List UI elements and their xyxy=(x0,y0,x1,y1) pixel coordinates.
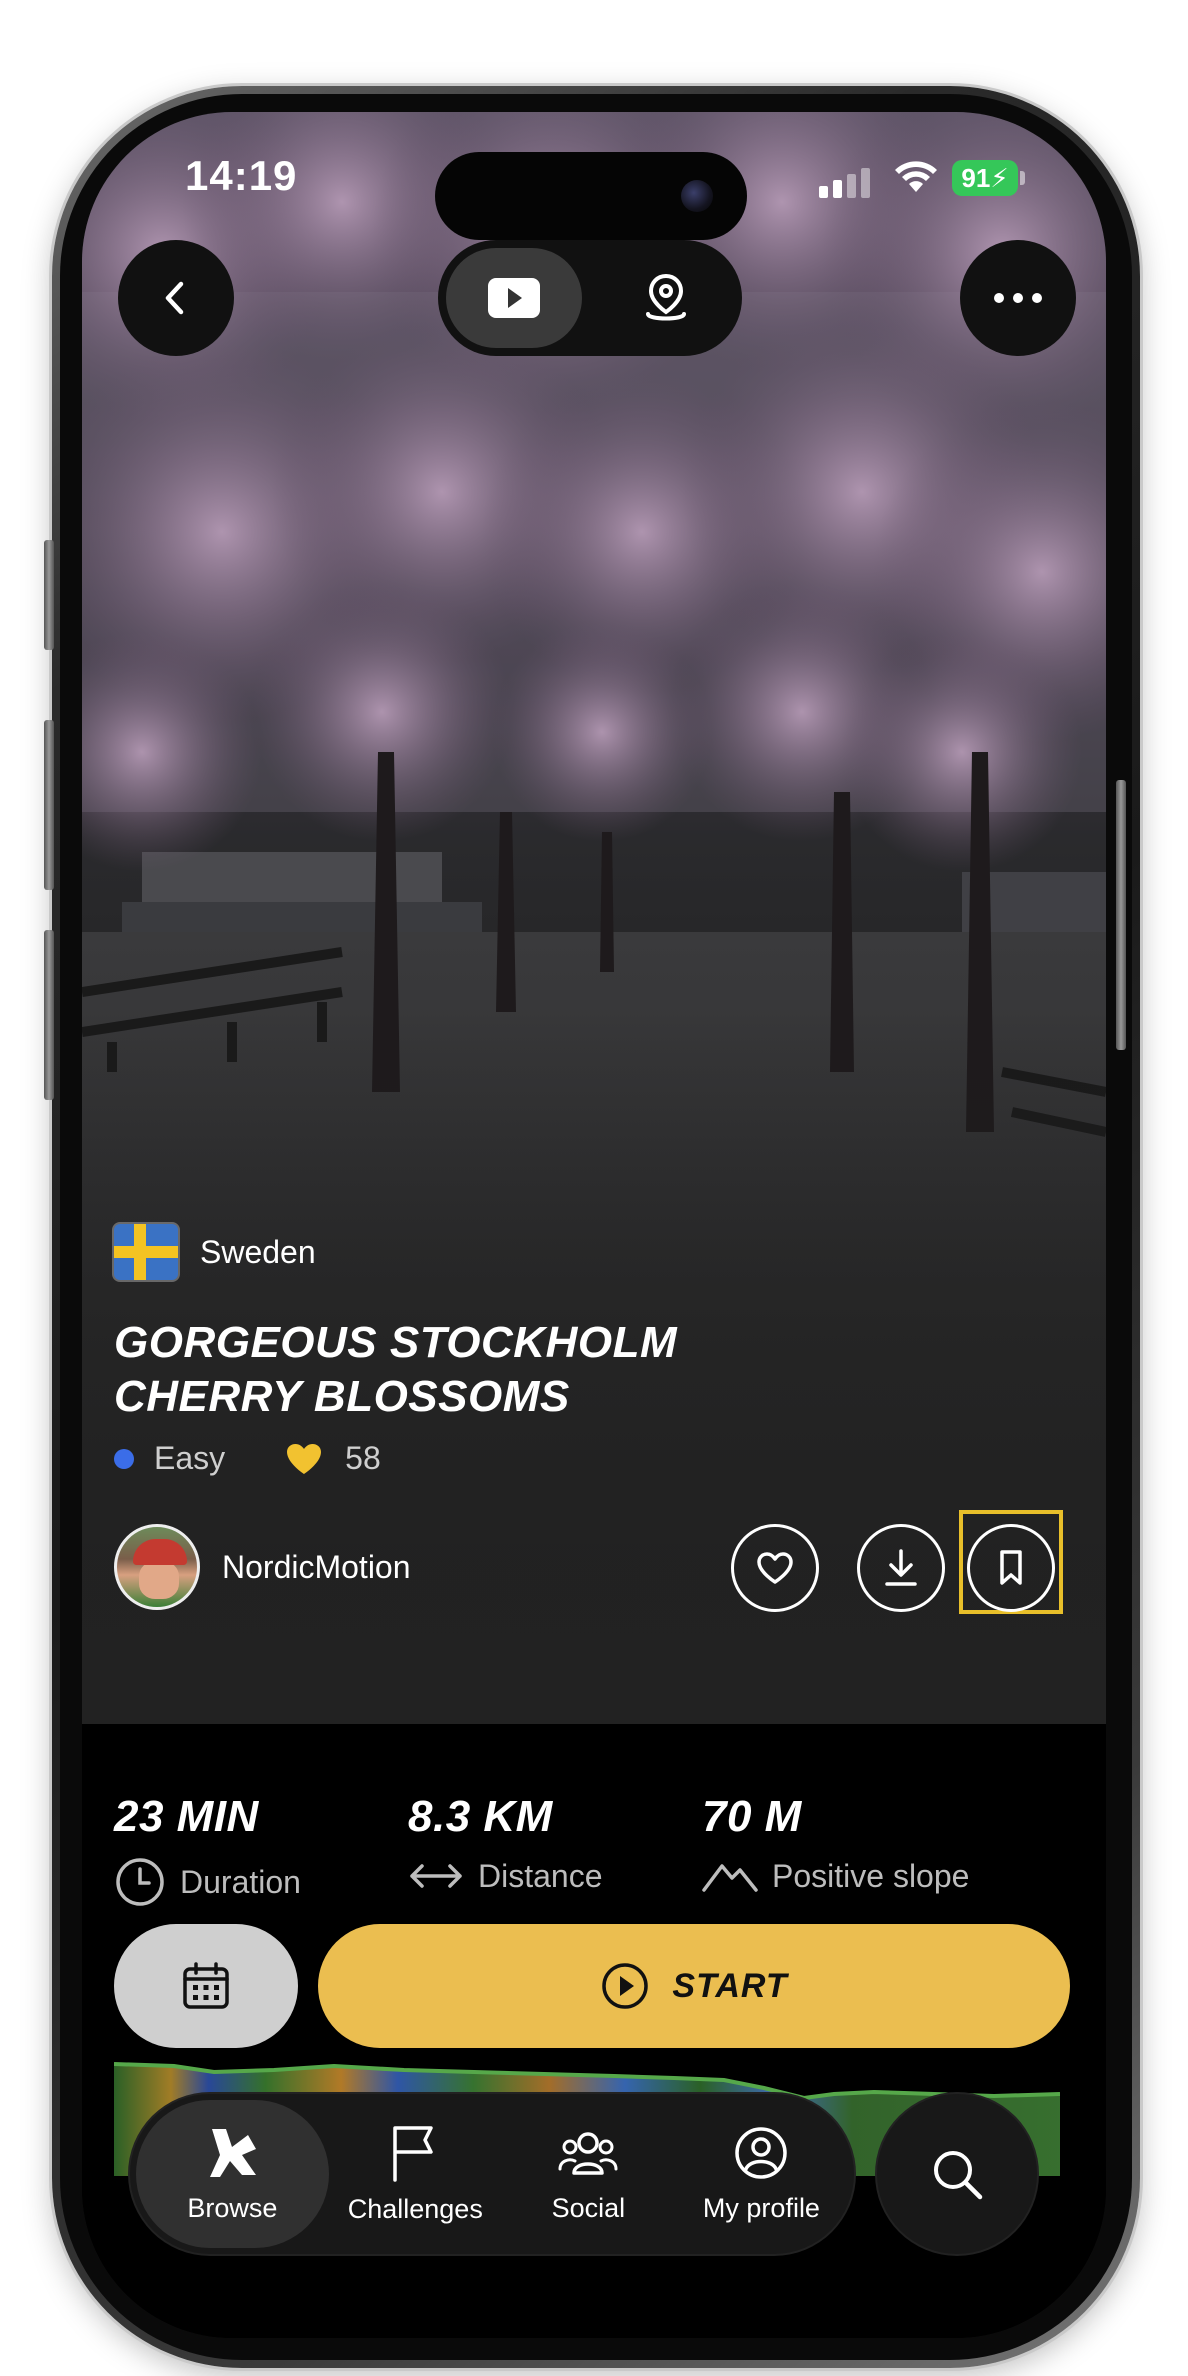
tab-challenges-label: Challenges xyxy=(347,2193,483,2224)
tab-browse[interactable]: Browse xyxy=(136,2100,329,2248)
video-view-tab[interactable] xyxy=(446,248,582,348)
people-icon xyxy=(558,2131,618,2175)
status-bar: 14:19 91⚡ xyxy=(82,112,1106,240)
tab-social[interactable]: Social xyxy=(502,2100,675,2248)
start-button[interactable]: START xyxy=(318,1924,1070,2048)
like-button[interactable] xyxy=(731,1524,819,1612)
route-author[interactable]: NordicMotion xyxy=(114,1524,411,1610)
heart-outline-icon xyxy=(757,1552,793,1584)
stat-duration: 23 MIN Duration xyxy=(114,1792,301,1908)
mountain-icon xyxy=(702,1864,758,1892)
avatar xyxy=(114,1524,200,1610)
slope-label-row: Positive slope xyxy=(702,1856,969,1896)
more-options-button[interactable] xyxy=(960,240,1076,356)
route-meta: Easy 58 xyxy=(114,1440,381,1477)
ellipsis-icon xyxy=(994,293,1042,303)
slope-label: Positive slope xyxy=(772,1857,970,1894)
start-label: START xyxy=(672,1966,788,2005)
cellular-signal-icon xyxy=(819,168,870,198)
chevron-left-icon xyxy=(165,281,184,315)
route-country: Sweden xyxy=(114,1224,316,1280)
tab-challenges[interactable]: Challenges xyxy=(329,2100,502,2248)
distance-value: 8.3 KM xyxy=(408,1792,553,1841)
route-title: GORGEOUS STOCKHOLM CHERRY BLOSSOMS xyxy=(114,1316,834,1424)
duration-label: Duration xyxy=(180,1863,301,1900)
dynamic-island xyxy=(435,152,747,240)
schedule-button[interactable] xyxy=(114,1924,298,2048)
side-button-volume-up xyxy=(44,720,54,890)
battery-level: 91 xyxy=(961,163,991,193)
stat-slope: 70 M Positive slope xyxy=(702,1792,969,1896)
tab-my-profile[interactable]: My profile xyxy=(675,2100,848,2248)
browse-icon xyxy=(210,2128,257,2177)
slope-value: 70 M xyxy=(702,1792,802,1841)
likes-count: 58 xyxy=(345,1440,381,1476)
status-time: 14:19 xyxy=(185,152,298,199)
bookmark-icon xyxy=(1000,1550,1022,1585)
tab-browse-label: Browse xyxy=(187,2192,278,2223)
back-button[interactable] xyxy=(118,240,234,356)
search-icon xyxy=(934,2151,983,2200)
heart-filled-icon xyxy=(287,1443,322,1474)
side-button-power xyxy=(1116,780,1126,1050)
play-circle-icon xyxy=(602,1963,649,2009)
app-screen: 14:19 91⚡ Sweden GORGEOUS STOCKHOLM CHER… xyxy=(82,112,1106,2338)
play-video-icon xyxy=(488,278,540,318)
calendar-icon xyxy=(183,1962,229,2009)
tab-social-label: Social xyxy=(551,2192,626,2223)
download-button[interactable] xyxy=(857,1524,945,1612)
profile-icon xyxy=(735,2126,788,2179)
distance-label: Distance xyxy=(478,1857,603,1894)
distance-label-row: Distance xyxy=(408,1856,603,1896)
side-button-action xyxy=(44,540,54,650)
duration-label-row: Duration xyxy=(114,1856,301,1908)
bottom-tab-bar: Browse Challenges Social My profile xyxy=(130,2094,854,2254)
side-button-volume-down xyxy=(44,930,54,1100)
duration-value: 23 MIN xyxy=(114,1792,259,1841)
difficulty-label: Easy xyxy=(154,1440,226,1476)
map-pin-icon xyxy=(646,273,686,321)
author-name: NordicMotion xyxy=(222,1548,411,1585)
clock-icon xyxy=(116,1858,164,1906)
search-button[interactable] xyxy=(877,2094,1037,2254)
distance-arrows-icon xyxy=(410,1864,462,1888)
bookmark-button[interactable] xyxy=(967,1524,1055,1612)
sweden-flag-icon xyxy=(114,1224,178,1280)
view-toggle xyxy=(438,240,742,356)
battery-indicator: 91⚡ xyxy=(952,160,1018,196)
battery-nub xyxy=(1020,171,1025,185)
wifi-icon xyxy=(895,161,937,192)
flag-icon xyxy=(393,2125,434,2182)
tab-my-profile-label: My profile xyxy=(702,2192,820,2223)
route-title-line-1: GORGEOUS STOCKHOLM xyxy=(114,1318,678,1367)
camera-icon xyxy=(681,180,713,212)
stat-distance: 8.3 KM Distance xyxy=(408,1792,603,1896)
download-icon xyxy=(885,1549,917,1586)
difficulty-dot-icon xyxy=(114,1448,134,1469)
country-label: Sweden xyxy=(200,1233,316,1270)
map-view-tab[interactable] xyxy=(598,248,734,348)
route-title-line-2: CHERRY BLOSSOMS xyxy=(114,1372,570,1421)
